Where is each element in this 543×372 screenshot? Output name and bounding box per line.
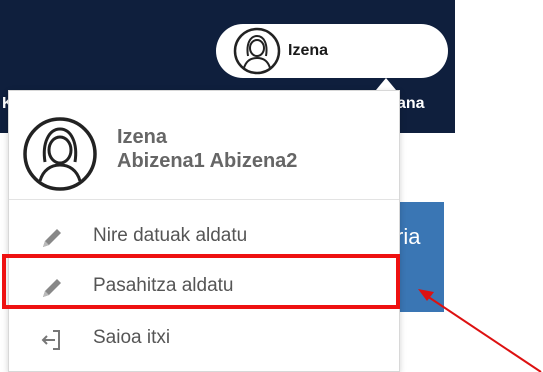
menu-item-label: Saioa itxi bbox=[93, 327, 171, 348]
user-avatar-icon bbox=[233, 27, 281, 75]
primary-action-button[interactable]: ria bbox=[396, 202, 444, 312]
pencil-icon bbox=[43, 229, 61, 247]
pencil-icon bbox=[43, 279, 61, 297]
menu-item-change-password[interactable]: Pasahitza aldatu bbox=[9, 261, 399, 311]
user-menu-name: Izena bbox=[288, 42, 329, 59]
profile-avatar-icon bbox=[23, 117, 97, 191]
menu-item-label: Nire datuak aldatu bbox=[93, 225, 248, 246]
menu-item-edit-profile[interactable]: Nire datuak aldatu bbox=[9, 211, 399, 261]
logout-icon bbox=[41, 330, 60, 350]
header-nav-fragment-right[interactable]: ana bbox=[397, 95, 425, 113]
menu-item-logout[interactable]: Saioa itxi bbox=[9, 313, 399, 363]
user-menu-button[interactable]: Izena bbox=[216, 24, 448, 78]
user-dropdown-menu: Izena Abizena1 Abizena2 Nire datuak alda… bbox=[8, 90, 400, 372]
menu-item-label: Pasahitza aldatu bbox=[93, 275, 234, 296]
profile-name: Izena bbox=[117, 126, 168, 148]
dropdown-caret bbox=[376, 78, 396, 90]
divider bbox=[9, 199, 399, 200]
profile-surnames: Abizena1 Abizena2 bbox=[117, 150, 298, 172]
profile-summary: Izena Abizena1 Abizena2 bbox=[9, 91, 399, 201]
